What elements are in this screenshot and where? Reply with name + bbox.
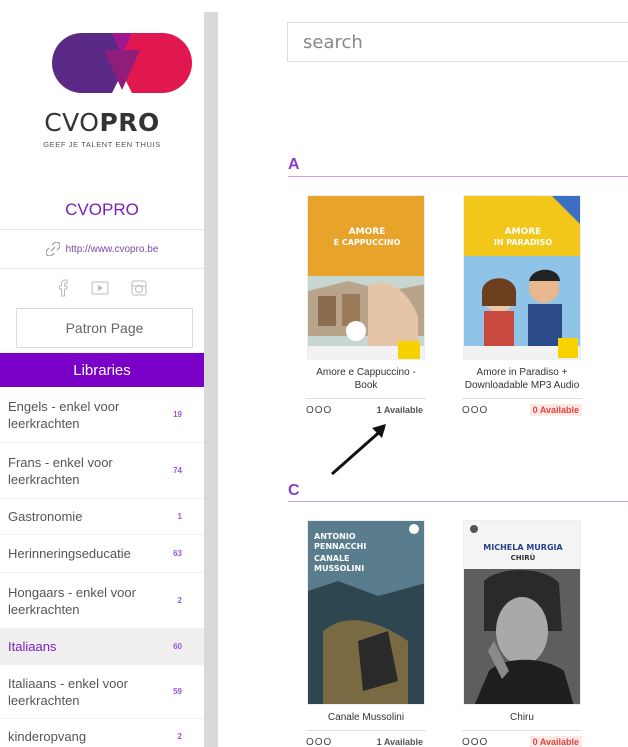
library-item-label: Hongaars - enkel voor leerkrachten	[8, 584, 136, 617]
book-availability-row: OOO 0 Available	[462, 398, 582, 416]
library-url-link[interactable]: http://www.cvopro.be	[0, 229, 204, 269]
section-divider	[288, 176, 628, 177]
library-item-count: 59	[173, 687, 182, 696]
library-item-count: 1	[177, 512, 182, 521]
link-icon	[45, 242, 60, 256]
svg-text:AMORE: AMORE	[505, 227, 542, 237]
library-item-count: 74	[173, 466, 182, 475]
book-card[interactable]: AMORE E CAPPUCCINO Amore e Cappuccino - …	[306, 195, 426, 416]
book-cover[interactable]: MICHELA MURGIA CHIRÙ	[463, 520, 581, 705]
format-dots: OOO	[306, 736, 333, 747]
format-dots: OOO	[462, 736, 489, 747]
sidebar-divider	[204, 12, 218, 747]
svg-text:MICHELA MURGIA: MICHELA MURGIA	[483, 543, 563, 552]
library-url-text: http://www.cvopro.be	[65, 243, 159, 255]
format-dots: OOO	[306, 404, 333, 416]
library-item-hongaars[interactable]: Hongaars - enkel voor leerkrachten 2	[0, 573, 204, 629]
library-item-count: 60	[173, 642, 182, 651]
book-availability-row: OOO 1 Available	[306, 398, 426, 416]
library-item-label: kinderopvang	[8, 729, 87, 744]
libraries-header: Libraries	[0, 353, 204, 387]
availability-badge: 1 Available	[376, 405, 423, 415]
book-cover[interactable]: AMORE IN PARADISO	[463, 195, 581, 360]
book-title[interactable]: Amore e Cappuccino - Book	[306, 366, 426, 392]
book-cover[interactable]: AMORE E CAPPUCCINO	[307, 195, 425, 360]
svg-text:IN PARADISO: IN PARADISO	[494, 238, 553, 247]
library-item-label: Gastronomie	[8, 509, 83, 524]
book-cover-image: MICHELA MURGIA CHIRÙ	[464, 521, 580, 704]
book-card[interactable]: MICHELA MURGIA CHIRÙ Chiru OOO 0 Availab…	[462, 520, 582, 747]
brand-wordmark: CVOPRO	[44, 108, 160, 137]
availability-badge: 0 Available	[529, 736, 582, 747]
instagram-icon[interactable]	[131, 280, 147, 296]
library-item-frans[interactable]: Frans - enkel voor leerkrachten 74	[0, 443, 204, 499]
book-cover-image: AMORE IN PARADISO	[464, 196, 580, 359]
library-item-label: Italiaans	[8, 639, 57, 654]
svg-text:CANALE: CANALE	[314, 554, 350, 563]
library-item-herinneringseducatie[interactable]: Herinneringseducatie 63	[0, 535, 204, 573]
svg-text:PENNACCHI: PENNACCHI	[314, 542, 366, 551]
section-letter-c: C	[288, 482, 300, 499]
book-cover-image: ANTONIO PENNACCHI CANALE MUSSOLINI	[308, 521, 424, 704]
library-item-gastronomie[interactable]: Gastronomie 1	[0, 499, 204, 535]
library-item-label: Frans - enkel voor leerkrachten	[8, 454, 113, 487]
library-item-italiaans[interactable]: Italiaans 60	[0, 629, 204, 665]
book-availability-row: OOO 0 Available	[462, 730, 582, 747]
book-card[interactable]: AMORE IN PARADISO Amore in Paradiso + Do…	[462, 195, 582, 416]
library-item-count: 2	[177, 596, 182, 605]
svg-text:E CAPPUCCINO: E CAPPUCCINO	[334, 238, 401, 247]
svg-text:AMORE: AMORE	[349, 227, 386, 237]
brand-tagline: GEEF JE TALENT EEN THUIS	[43, 140, 161, 149]
book-availability-row: OOO 1 Available	[306, 730, 426, 747]
book-card[interactable]: ANTONIO PENNACCHI CANALE MUSSOLINI Canal…	[306, 520, 426, 747]
book-title[interactable]: Amore in Paradiso + Downloadable MP3 Aud…	[462, 366, 582, 392]
cvopro-logo-icon	[52, 33, 192, 93]
svg-text:ANTONIO: ANTONIO	[314, 532, 356, 541]
library-list: Engels - enkel voor leerkrachten 19 Fran…	[0, 387, 204, 747]
section-divider	[288, 501, 628, 502]
library-item-count: 63	[173, 549, 182, 558]
library-item-label: Herinneringseducatie	[8, 546, 131, 561]
library-name: CVOPRO	[65, 200, 139, 219]
availability-badge: 1 Available	[376, 737, 423, 747]
facebook-icon[interactable]	[57, 279, 69, 297]
library-item-label: Italiaans - enkel voor leerkrachten	[8, 675, 128, 708]
book-cover[interactable]: ANTONIO PENNACCHI CANALE MUSSOLINI	[307, 520, 425, 705]
youtube-icon[interactable]	[91, 281, 109, 295]
book-title[interactable]: Chiru	[462, 711, 582, 724]
library-item-italiaans-leerkrachten[interactable]: Italiaans - enkel voor leerkrachten 59	[0, 665, 204, 719]
sidebar: CVOPRO GEEF JE TALENT EEN THUIS CVOPRO h…	[0, 0, 204, 747]
library-item-label: Engels - enkel voor leerkrachten	[8, 398, 120, 431]
arrow-annotation-icon	[331, 424, 386, 476]
svg-text:MUSSOLINI: MUSSOLINI	[314, 564, 364, 573]
book-cover-image: AMORE E CAPPUCCINO	[308, 196, 424, 359]
library-item-count: 2	[177, 732, 182, 741]
availability-badge: 0 Available	[529, 404, 582, 416]
svg-text:CHIRÙ: CHIRÙ	[511, 553, 536, 562]
patron-page-button[interactable]: Patron Page	[16, 308, 193, 348]
search-input[interactable]: search	[287, 22, 628, 62]
social-links	[0, 272, 204, 304]
section-letter-a: A	[288, 156, 300, 173]
library-item-count: 19	[173, 410, 182, 419]
library-item-engels[interactable]: Engels - enkel voor leerkrachten 19	[0, 387, 204, 443]
library-item-kinderopvang[interactable]: kinderopvang 2	[0, 719, 204, 747]
book-title[interactable]: Canale Mussolini	[306, 711, 426, 724]
format-dots: OOO	[462, 404, 489, 416]
